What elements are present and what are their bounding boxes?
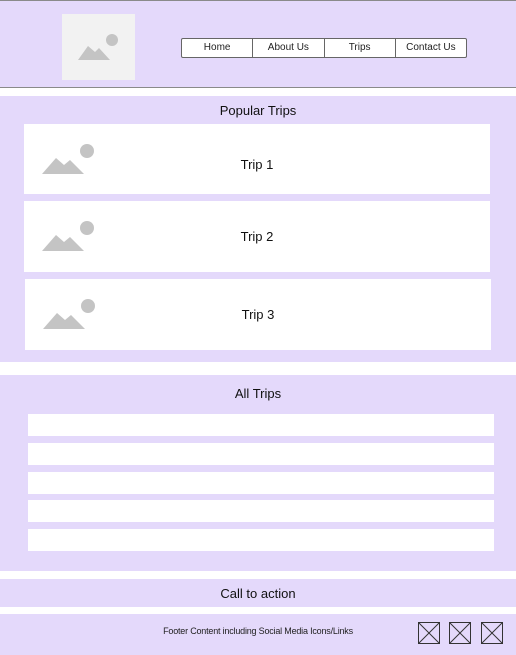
popular-trips-title: Popular Trips: [219, 103, 297, 118]
nav-home[interactable]: Home: [182, 39, 252, 57]
trip-list-row[interactable]: [28, 472, 494, 494]
trip-card-2[interactable]: Trip 2: [24, 201, 490, 272]
social-link-1[interactable]: [418, 622, 440, 644]
social-link-3[interactable]: [481, 622, 503, 644]
popular-trips-section: Popular Trips Trip 1 Trip 2 Trip 3: [0, 96, 516, 362]
site-footer: Footer Content including Social Media Ic…: [0, 614, 516, 655]
nav-about-us[interactable]: About Us: [252, 39, 323, 57]
trip-card-label: Trip 2: [240, 229, 274, 244]
social-placeholder-icon: [449, 622, 471, 644]
social-placeholder-icon: [481, 622, 503, 644]
trip-card-3[interactable]: Trip 3: [25, 279, 491, 350]
image-placeholder-icon: [78, 34, 118, 60]
all-trips-section: All Trips: [0, 375, 516, 571]
trip-card-label: Trip 3: [241, 307, 275, 322]
social-placeholder-icon: [418, 622, 440, 644]
trip-list-row[interactable]: [28, 529, 494, 551]
call-to-action-label: Call to action: [220, 586, 296, 601]
social-link-2[interactable]: [449, 622, 471, 644]
site-header: Home About Us Trips Contact Us: [0, 0, 516, 88]
trip-card-1[interactable]: Trip 1: [24, 124, 490, 194]
main-nav: Home About Us Trips Contact Us: [181, 38, 467, 58]
logo[interactable]: [62, 14, 135, 80]
trip-list-row[interactable]: [28, 500, 494, 522]
all-trips-title: All Trips: [234, 386, 282, 401]
trip-card-label: Trip 1: [240, 157, 274, 172]
trip-list-row[interactable]: [28, 414, 494, 436]
call-to-action-button[interactable]: Call to action: [0, 579, 516, 607]
nav-contact-us[interactable]: Contact Us: [394, 39, 466, 57]
nav-trips[interactable]: Trips: [323, 39, 395, 57]
trip-list-row[interactable]: [28, 443, 494, 465]
